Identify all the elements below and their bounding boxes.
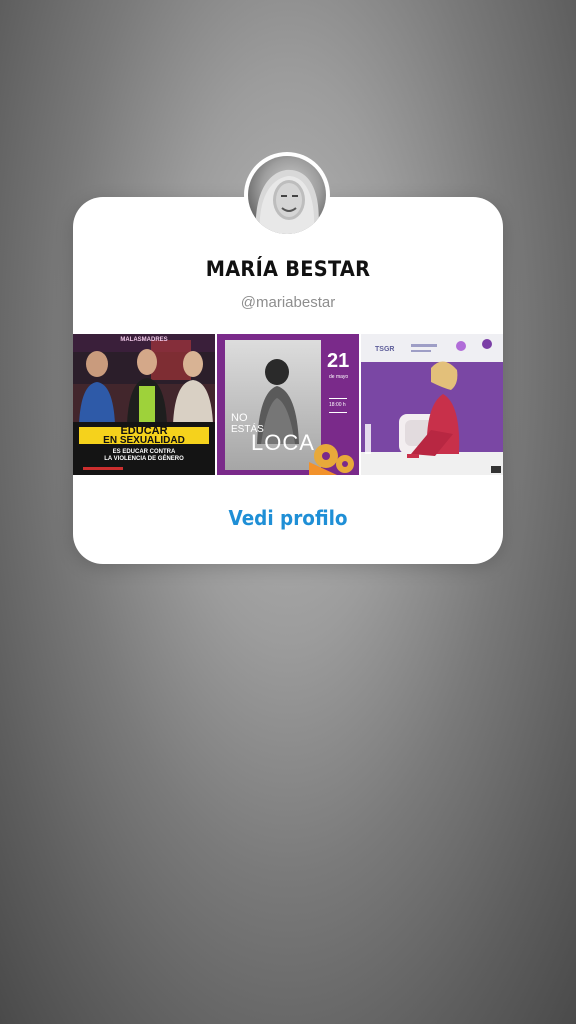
profile-name: MARÍA BESTAR [205, 257, 371, 281]
post-thumbnail-2[interactable]: NO ESTÁS LOCA 21 de mayo 18:00 h [217, 334, 359, 475]
poster-date-label: de mayo [329, 374, 349, 380]
post-thumbnail-1[interactable]: MALASMADRES EDUCAR EN SEXUALIDAD ES EDUC… [73, 334, 215, 475]
avatar-photo [248, 156, 326, 234]
post-thumbnail-3[interactable]: TSGR [361, 334, 503, 475]
post1-headline-2: EN SEXUALIDAD [103, 435, 185, 446]
view-profile-button[interactable]: Vedi profilo [90, 506, 486, 530]
post-grid: MALASMADRES EDUCAR EN SEXUALIDAD ES EDUC… [73, 334, 503, 475]
story-background: MARÍA BESTAR @mariabestar MALASMADRES ED… [0, 0, 576, 1024]
post1-header: MALASMADRES [120, 337, 168, 343]
profile-card: MARÍA BESTAR @mariabestar MALASMADRES ED… [73, 197, 503, 564]
poster-title-3: LOCA [251, 430, 315, 455]
poster-date-number: 21 [327, 350, 350, 372]
post1-subline-1: ES EDUCAR CONTRA [112, 449, 176, 455]
poster-title-1: NO [231, 412, 248, 424]
profile-handle: @mariabestar [240, 294, 336, 311]
poster-time: 18:00 h [329, 402, 346, 408]
post3-logo: TSGR [375, 346, 395, 353]
profile-avatar[interactable] [244, 152, 330, 238]
post1-subline-2: LA VIOLENCIA DE GÉNERO [104, 456, 184, 462]
